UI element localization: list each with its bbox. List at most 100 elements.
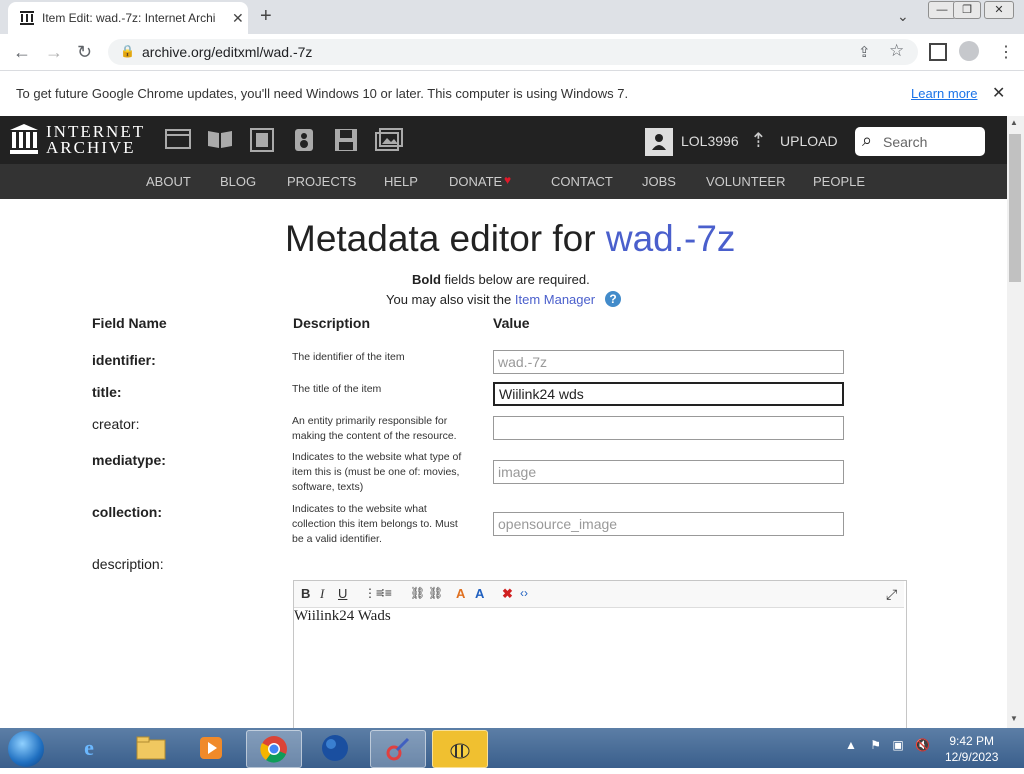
learn-more-link[interactable]: Learn more: [911, 86, 977, 101]
nav-volunteer[interactable]: VOLUNTEER: [706, 174, 785, 189]
link-icon[interactable]: ⛓: [410, 586, 425, 600]
scroll-down-arrow-icon[interactable]: ▼: [1010, 714, 1018, 723]
action-center-flag-icon[interactable]: ⚑: [870, 738, 881, 752]
username-link[interactable]: LOL3996: [681, 133, 739, 149]
minimize-button[interactable]: —: [928, 1, 956, 19]
texts-book-icon[interactable]: [207, 128, 233, 152]
bee-app-icon[interactable]: [432, 730, 488, 768]
window-close-button[interactable]: ✕: [984, 1, 1014, 19]
reload-icon[interactable]: ↻: [77, 42, 92, 63]
address-bar[interactable]: 🔒 archive.org/editxml/wad.-7z: [108, 39, 918, 65]
windows-start-button[interactable]: [8, 731, 44, 767]
visit-note: You may also visit the Item Manager: [386, 292, 595, 307]
collection-input[interactable]: [493, 512, 844, 536]
media-player-icon[interactable]: [184, 730, 238, 766]
creator-input[interactable]: [493, 416, 844, 440]
field-desc-identifier: The identifier of the item: [292, 351, 405, 363]
side-panel-icon[interactable]: [929, 43, 947, 61]
clock-time: 9:42 PM: [949, 734, 995, 748]
chrome-taskbar-icon[interactable]: [246, 730, 302, 768]
bold-icon[interactable]: B: [301, 586, 310, 601]
maximize-editor-icon[interactable]: ⤢: [886, 586, 897, 603]
lock-icon: 🔒: [120, 44, 135, 58]
archive-favicon-icon: [20, 11, 34, 25]
mediatype-input[interactable]: [493, 460, 844, 484]
page-title: Metadata editor for wad.-7z: [285, 218, 735, 260]
bulleted-list-icon[interactable]: ⁝≡: [381, 586, 392, 600]
field-label-mediatype: mediatype:: [92, 452, 166, 468]
scroll-up-arrow-icon[interactable]: ▲: [1010, 118, 1018, 127]
title-item-id-link[interactable]: wad.-7z: [606, 218, 736, 259]
item-manager-link[interactable]: Item Manager: [515, 292, 595, 307]
field-desc-collection: Indicates to the website what collection…: [292, 503, 458, 545]
background-color-icon[interactable]: A: [475, 586, 484, 601]
system-tray: ▲ ⚑ ▣ 🔇: [845, 738, 930, 752]
donate-heart-icon: ♥: [504, 173, 512, 187]
tray-expand-icon[interactable]: ▲: [845, 738, 857, 752]
audio-speaker-icon[interactable]: [291, 128, 317, 152]
column-header-field-name: Field Name: [92, 315, 167, 331]
update-infobar: To get future Google Chrome updates, you…: [0, 71, 1024, 117]
new-tab-icon[interactable]: +: [260, 5, 272, 28]
nav-people[interactable]: PEOPLE: [813, 174, 865, 189]
address-bar-url: archive.org/editxml/wad.-7z: [142, 44, 313, 60]
network-icon[interactable]: ▣: [892, 738, 903, 752]
user-avatar-icon[interactable]: [645, 128, 673, 156]
upload-link[interactable]: UPLOAD: [780, 133, 838, 149]
italic-icon[interactable]: I: [320, 586, 324, 602]
nav-contact[interactable]: CONTACT: [551, 174, 613, 189]
help-question-icon[interactable]: ?: [605, 291, 621, 307]
infobar-close-icon[interactable]: ✕: [992, 83, 1005, 103]
required-bold: Bold: [412, 272, 441, 287]
back-arrow-icon[interactable]: ←: [13, 42, 31, 63]
field-label-description: description:: [92, 556, 164, 572]
required-rest: fields below are required.: [440, 272, 590, 287]
upload-arrow-icon[interactable]: ⇡: [750, 128, 767, 153]
identifier-input[interactable]: [493, 350, 844, 374]
search-placeholder: Search: [883, 134, 928, 150]
title-input[interactable]: [493, 382, 844, 406]
nav-projects[interactable]: PROJECTS: [287, 174, 356, 189]
profile-avatar-icon[interactable]: [959, 41, 979, 61]
nav-help[interactable]: HELP: [384, 174, 418, 189]
text-color-icon[interactable]: A: [456, 586, 465, 601]
nav-about[interactable]: ABOUT: [146, 174, 191, 189]
description-content[interactable]: Wiilink24 Wads: [294, 608, 391, 625]
maximize-button[interactable]: ❐: [953, 1, 981, 19]
clock-date: 12/9/2023: [945, 750, 999, 764]
logo-text: INTERNET ARCHIVE: [46, 123, 145, 156]
scrollbar-thumb[interactable]: [1009, 134, 1021, 282]
tab-close-icon[interactable]: ✕: [232, 10, 244, 27]
field-desc-title: The title of the item: [292, 383, 382, 395]
globe-app-icon[interactable]: [308, 730, 362, 766]
remove-format-icon[interactable]: ✖: [502, 586, 513, 602]
web-icon[interactable]: [165, 128, 191, 152]
bookmark-star-icon[interactable]: ☆: [889, 41, 904, 61]
underline-icon[interactable]: U: [338, 586, 347, 601]
unlink-icon[interactable]: ⛓: [428, 586, 443, 600]
column-header-value: Value: [493, 315, 530, 331]
nav-donate[interactable]: DONATE: [449, 174, 502, 189]
internet-archive-logo[interactable]: INTERNET ARCHIVE: [10, 123, 143, 157]
browser-tab[interactable]: Item Edit: wad.-7z: Internet Archi ✕: [8, 2, 248, 34]
column-header-description: Description: [293, 315, 371, 331]
forward-arrow-icon[interactable]: →: [45, 42, 63, 63]
search-icon: ⌕: [862, 130, 873, 150]
chrome-menu-icon[interactable]: ⋮: [998, 42, 1014, 62]
ia-search-input[interactable]: ⌕ Search: [855, 127, 985, 156]
field-label-title: title:: [92, 384, 122, 400]
taskbar-clock[interactable]: 9:42 PM 12/9/2023: [945, 733, 998, 765]
source-code-icon[interactable]: ‹›: [520, 586, 528, 600]
tab-search-chevron-icon[interactable]: ⌄: [897, 8, 909, 25]
title-prefix: Metadata editor for: [285, 218, 596, 259]
share-icon[interactable]: ⇪: [858, 43, 871, 61]
volume-muted-icon[interactable]: 🔇: [915, 738, 930, 752]
nav-jobs[interactable]: JOBS: [642, 174, 676, 189]
images-photo-icon[interactable]: [375, 128, 403, 152]
internet-explorer-icon[interactable]: e: [62, 730, 116, 766]
video-film-icon[interactable]: [249, 128, 275, 152]
file-explorer-icon[interactable]: [124, 730, 178, 766]
paint-app-icon[interactable]: [370, 730, 426, 768]
nav-blog[interactable]: BLOG: [220, 174, 256, 189]
software-floppy-icon[interactable]: [333, 128, 359, 152]
